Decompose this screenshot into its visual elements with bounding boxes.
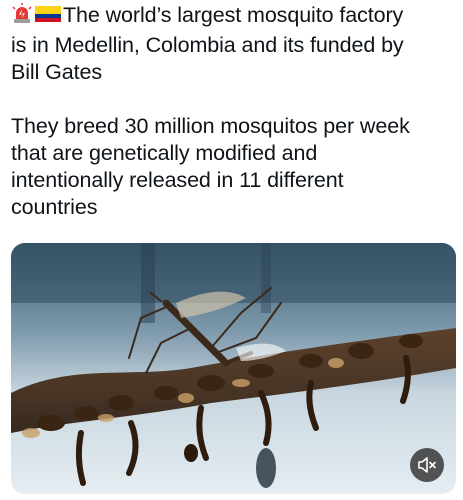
colombia-flag-icon <box>35 3 61 32</box>
tweet-line-7: intentionally released in 11 different <box>11 168 344 192</box>
video-frame <box>11 243 456 494</box>
tweet-line-5: They breed 30 million mosquitos per week <box>11 114 410 138</box>
tweet-line-1: The world’s largest mosquito factory <box>11 2 451 32</box>
tweet-line-2: is in Medellin, Colombia and its funded … <box>11 33 404 57</box>
siren-icon <box>11 3 33 32</box>
tweet-line-6: that are genetically modified and <box>11 141 318 165</box>
tweet-line-8: countries <box>11 195 98 219</box>
mute-button[interactable] <box>410 448 444 482</box>
tweet-text: The world’s largest mosquito factory is … <box>11 2 451 221</box>
video-player[interactable] <box>11 243 456 494</box>
tweet-line-3: Bill Gates <box>11 60 103 84</box>
tweet-text-line: The world’s largest mosquito factory <box>63 3 404 27</box>
speaker-muted-icon <box>417 456 437 474</box>
